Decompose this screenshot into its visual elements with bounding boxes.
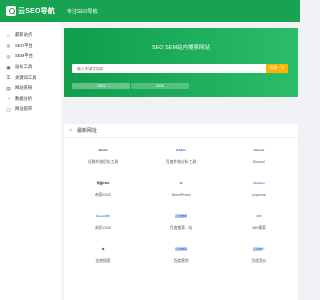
hero-tabs: 2024 2025 bbox=[72, 83, 190, 89]
site-logo: EyouCMS bbox=[91, 209, 115, 223]
sidebar-item-systems[interactable]: ▤ 网站系统 bbox=[0, 83, 61, 94]
site-card[interactable]: 百度营销 百度营销 bbox=[142, 237, 220, 270]
section-header: ⌂ 最新网址 bbox=[64, 124, 298, 138]
site-logo-text: 360 bbox=[256, 214, 262, 218]
site-label: WordPress bbox=[171, 193, 191, 197]
sidebar-item-label: SEM平台 bbox=[15, 53, 33, 59]
site-card[interactable]: EyouCMS 易优CMS bbox=[64, 204, 142, 237]
site-label: phpcms bbox=[252, 193, 266, 197]
latest-sites-panel: ⌂ 最新网址 Ahrefs 谷歌外链优化工具 BAIDU 百度外链分析工具 Disc… bbox=[64, 124, 298, 300]
site-logo: Discuz! bbox=[247, 143, 271, 157]
search-input[interactable] bbox=[72, 66, 262, 71]
site-grid: Ahrefs 谷歌外链优化工具 BAIDU 百度外链分析工具 Discuz! Disc… bbox=[64, 138, 298, 270]
site-logo: phpcms bbox=[247, 176, 271, 190]
platform-icon: ◎ bbox=[6, 43, 11, 49]
sidebar-item-tools[interactable]: ▣ 站长工具 bbox=[0, 62, 61, 73]
site-logo-text: 百度搜索 bbox=[174, 214, 187, 218]
site-card[interactable]: Discuz! Discuz! bbox=[220, 138, 298, 171]
site-logo[interactable]: 云SEO导航 bbox=[6, 6, 55, 16]
site-label: 谷歌外链优化工具 bbox=[87, 160, 119, 164]
system-icon: ▤ bbox=[6, 85, 11, 91]
hero-banner: SEO SEM站内搜索网站 搜索一下 2024 2025 bbox=[64, 28, 298, 97]
tab-2025[interactable]: 2025 bbox=[131, 83, 189, 89]
sidebar-item-seo[interactable]: ◎ SEO平台 bbox=[0, 41, 61, 52]
section-title: 最新网址 bbox=[77, 128, 98, 134]
site-card[interactable]: 百度推广 百度竞价 bbox=[220, 237, 298, 270]
site-logo-text: W bbox=[179, 181, 183, 185]
chart-icon: ◔ bbox=[7, 96, 10, 102]
site-card[interactable]: 360 360搜索 bbox=[220, 204, 298, 237]
search-button[interactable]: 搜索一下 bbox=[266, 64, 288, 73]
sidebar-item-latest[interactable]: ⌂ 最新站点 bbox=[0, 30, 61, 41]
sidebar-item-label: 最新站点 bbox=[15, 32, 33, 38]
logo-search-icon bbox=[6, 6, 16, 16]
site-label: 帝国CMS bbox=[94, 193, 112, 197]
site-logo-text: Ahrefs bbox=[98, 148, 108, 152]
site-card[interactable]: BAIDU 百度外链分析工具 bbox=[142, 138, 220, 171]
key-icon: ⚿ bbox=[6, 75, 11, 81]
hero-title: SEO SEM站内搜索网站 bbox=[151, 45, 211, 51]
submit-icon: ▢ bbox=[6, 106, 11, 112]
sidebar-item-label: 网址提审 bbox=[15, 106, 33, 112]
sidebar-item-sem[interactable]: ◎ SEM平台 bbox=[0, 51, 61, 62]
site-logo: 百度搜索 bbox=[169, 209, 193, 223]
site-card[interactable]: ⬢ 金陵搜索 bbox=[64, 237, 142, 270]
site-card[interactable]: Ahrefs 谷歌外链优化工具 bbox=[64, 138, 142, 171]
tab-2024[interactable]: 2024 bbox=[72, 83, 130, 89]
home-icon: ⌂ bbox=[69, 127, 73, 133]
site-card[interactable]: 百度搜索百度搜索 - 站 bbox=[142, 204, 220, 237]
site-logo: 百度推广 bbox=[247, 242, 271, 256]
sidebar-item-keywords[interactable]: ⚿ 关键词工具 bbox=[0, 72, 61, 83]
site-logo-text: ⬢ bbox=[101, 247, 105, 251]
site-card[interactable]: phpcms phpcms bbox=[220, 171, 298, 204]
site-logo-text: BAIDU bbox=[176, 148, 186, 152]
site-label: 360搜索 bbox=[252, 226, 266, 230]
sidebar-item-label: 站长工具 bbox=[15, 64, 33, 70]
sidebar-item-analytics[interactable]: ◔ 数据分析 bbox=[0, 94, 61, 105]
site-label: 金陵搜索 bbox=[95, 259, 111, 263]
sidebar-item-label: SEO平台 bbox=[15, 42, 33, 48]
site-card[interactable]: 帝国CMS 帝国CMS bbox=[64, 171, 142, 204]
site-logo: W bbox=[169, 176, 193, 190]
site-card[interactable]: W WordPress bbox=[142, 171, 220, 204]
tool-icon: ▣ bbox=[6, 64, 11, 70]
site-logo-text: EyouCMS bbox=[95, 214, 110, 218]
sidebar-item-label: 网站系统 bbox=[15, 85, 33, 91]
site-logo-text: phpcms bbox=[253, 181, 265, 185]
site-label: 易优CMS bbox=[94, 226, 112, 230]
home-icon: ⌂ bbox=[7, 32, 10, 38]
site-logo: 帝国CMS bbox=[91, 176, 115, 190]
site-label: 百度营销 bbox=[173, 259, 189, 263]
site-logo-text: 百度营销 bbox=[174, 247, 187, 251]
platform-icon: ◎ bbox=[6, 53, 11, 59]
site-label: Discuz! bbox=[252, 160, 266, 164]
site-logo-text: 百度推广 bbox=[252, 247, 265, 251]
slogan: 专注SEO导航 bbox=[66, 8, 98, 15]
sidebar: ⌂ 最新站点 ◎ SEO平台 ◎ SEM平台 ▣ 站长工具 ⚿ 关键词工具 ▤ 网站系统 ◔… bbox=[0, 22, 61, 300]
site-label: 百度搜索 - 站 bbox=[169, 226, 193, 230]
site-logo: ⬢ bbox=[91, 242, 115, 256]
site-logo: BAIDU bbox=[169, 143, 193, 157]
sidebar-item-submit[interactable]: ▢ 网址提审 bbox=[0, 104, 61, 115]
site-logo-text: Discuz! bbox=[253, 148, 265, 152]
search-box: 搜索一下 bbox=[72, 64, 288, 73]
site-logo: 百度营销 bbox=[169, 242, 193, 256]
site-logo-text: 帝国CMS bbox=[96, 181, 110, 185]
top-bar: 云SEO导航 专注SEO导航 bbox=[0, 0, 300, 22]
sidebar-item-label: 关键词工具 bbox=[15, 74, 37, 80]
sidebar-item-label: 数据分析 bbox=[15, 95, 33, 101]
site-label: 百度外链分析工具 bbox=[165, 160, 197, 164]
site-logo: Ahrefs bbox=[91, 143, 115, 157]
site-logo: 360 bbox=[247, 209, 271, 223]
site-label: 百度竞价 bbox=[251, 259, 267, 263]
logo-text: 云SEO导航 bbox=[18, 8, 55, 15]
